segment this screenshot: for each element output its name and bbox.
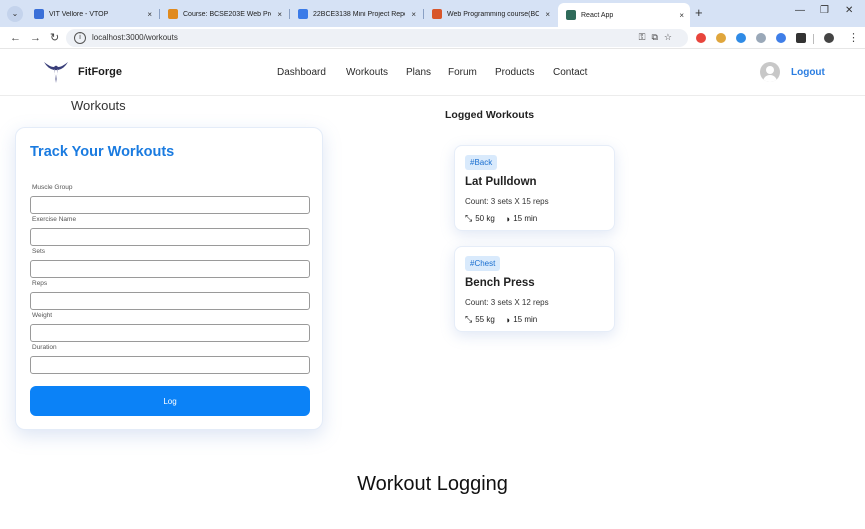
duration-input[interactable]: [30, 356, 310, 374]
install-app-icon[interactable]: ⧉: [651, 32, 663, 42]
tab-title: Course: BCSE203E Web Progra: [183, 10, 271, 18]
address-bar-actions: ⚿⧉☆: [639, 32, 678, 43]
browser-tab-strip: ⌄ VIT Vellore - VTOP × Course: BCSE203E …: [0, 0, 865, 27]
tab-title: 22BCE3138 Mini Project Report: [313, 10, 406, 18]
tab-title: VIT Vellore - VTOP: [49, 10, 109, 18]
browser-tab[interactable]: 22BCE3138 Mini Project Report ×: [290, 4, 422, 24]
workout-duration: 15 min: [513, 315, 538, 324]
workout-meta: ⤡ 50 kg ◑ 15 min: [465, 213, 537, 224]
exercise-name: Bench Press: [465, 277, 535, 289]
sets-reps-count: Count: 3 sets X 15 reps: [465, 197, 549, 206]
close-tab-icon[interactable]: ×: [147, 10, 152, 19]
workout-weight: 55 kg: [475, 315, 495, 324]
password-key-icon[interactable]: ⚿: [639, 32, 652, 42]
tab-favicon-icon: [566, 10, 576, 20]
weight-label: Weight: [32, 312, 53, 319]
address-url[interactable]: localhost:3000/workouts: [92, 33, 178, 42]
sets-label: Sets: [32, 248, 46, 255]
tab-search-chevron-icon[interactable]: ⌄: [7, 6, 23, 22]
tab-favicon-icon: [34, 9, 44, 19]
tab-favicon-icon: [298, 9, 308, 19]
workout-duration: 15 min: [513, 214, 538, 223]
extension-icon[interactable]: [776, 33, 786, 43]
exercise-name-label: Exercise Name: [32, 216, 77, 223]
nav-link-contact[interactable]: Contact: [553, 67, 587, 78]
browser-tab-active[interactable]: React App ×: [558, 3, 690, 27]
workout-weight: 50 kg: [475, 214, 495, 223]
address-bar[interactable]: i localhost:3000/workouts ⚿⧉☆: [66, 29, 688, 47]
muscle-tag-badge: #Chest: [465, 256, 501, 271]
workout-card: #Back Lat Pulldown Count: 3 sets X 15 re…: [454, 145, 615, 231]
workout-meta: ⤡ 55 kg ◑ 15 min: [465, 314, 537, 325]
muscle-group-label: Muscle Group: [32, 184, 73, 191]
reload-icon[interactable]: ↻: [50, 30, 59, 46]
extension-adblock-icon[interactable]: [696, 33, 706, 43]
figure-caption: Workout Logging: [357, 473, 508, 495]
workout-card: #Chest Bench Press Count: 3 sets X 12 re…: [454, 246, 615, 332]
user-avatar-icon[interactable]: [760, 62, 780, 82]
logout-link[interactable]: Logout: [791, 67, 825, 78]
browser-toolbar: ← → ↻ i localhost:3000/workouts ⚿⧉☆ ⋮: [0, 27, 865, 49]
extension-icon[interactable]: [736, 33, 746, 43]
nav-link-dashboard[interactable]: Dashboard: [277, 67, 326, 78]
sets-reps-count: Count: 3 sets X 12 reps: [465, 298, 549, 307]
extension-icon[interactable]: [756, 33, 766, 43]
nav-link-plans[interactable]: Plans: [406, 67, 431, 78]
profile-avatar-icon[interactable]: [824, 33, 834, 43]
exercise-name: Lat Pulldown: [465, 176, 537, 188]
extensions-puzzle-icon[interactable]: [796, 33, 806, 43]
tab-favicon-icon: [432, 9, 442, 19]
back-arrow-icon[interactable]: ←: [10, 30, 21, 46]
extension-icon[interactable]: [716, 33, 726, 43]
reps-label: Reps: [32, 280, 48, 287]
timer-icon: ◑: [504, 213, 511, 224]
minimize-icon[interactable]: —: [795, 5, 805, 16]
weight-input[interactable]: [30, 324, 310, 342]
page-title: Workouts: [71, 98, 126, 113]
app-navbar: FitForge Dashboard Workouts Plans Forum …: [0, 49, 865, 96]
bookmark-star-icon[interactable]: ☆: [664, 32, 678, 42]
window-close-icon[interactable]: ✕: [845, 5, 853, 16]
exercise-name-input[interactable]: [30, 228, 310, 246]
tab-favicon-icon: [168, 9, 178, 19]
muscle-tag-badge: #Back: [465, 155, 498, 170]
nav-link-workouts[interactable]: Workouts: [346, 67, 388, 78]
toolbar-divider: [813, 34, 814, 44]
dumbbell-icon: ⤡: [465, 314, 473, 324]
close-tab-icon[interactable]: ×: [679, 11, 684, 20]
muscle-group-input[interactable]: [30, 196, 310, 214]
close-tab-icon[interactable]: ×: [545, 10, 550, 19]
browser-tab[interactable]: Web Programming course(BC ×: [424, 4, 556, 24]
new-tab-button[interactable]: +: [695, 6, 703, 20]
restore-icon[interactable]: ❐: [820, 5, 829, 16]
form-title: Track Your Workouts: [30, 144, 175, 160]
nav-link-products[interactable]: Products: [495, 67, 534, 78]
avatar-head: [766, 66, 774, 74]
tab-title: React App: [581, 11, 614, 19]
avatar-body: [763, 75, 777, 82]
reps-input[interactable]: [30, 292, 310, 310]
log-workout-button[interactable]: Log: [30, 386, 310, 416]
dumbbell-icon: ⤡: [465, 213, 473, 223]
tab-title: Web Programming course(BC: [447, 10, 540, 18]
nav-link-forum[interactable]: Forum: [448, 67, 477, 78]
track-workout-form: Track Your Workouts Muscle Group Exercis…: [15, 127, 323, 430]
logged-workouts-heading: Logged Workouts: [445, 109, 535, 121]
browser-menu-icon[interactable]: ⋮: [848, 30, 859, 46]
timer-icon: ◑: [504, 314, 511, 325]
site-info-icon[interactable]: i: [74, 32, 86, 44]
forward-arrow-icon[interactable]: →: [30, 30, 41, 46]
close-tab-icon[interactable]: ×: [411, 10, 416, 19]
web-page: FitForge Dashboard Workouts Plans Forum …: [0, 49, 865, 529]
duration-label: Duration: [32, 344, 57, 351]
sets-input[interactable]: [30, 260, 310, 278]
browser-tab[interactable]: Course: BCSE203E Web Progra ×: [160, 4, 288, 24]
brand-name[interactable]: FitForge: [78, 66, 122, 78]
fitforge-logo-icon[interactable]: [42, 59, 70, 85]
browser-tab[interactable]: VIT Vellore - VTOP ×: [26, 4, 158, 24]
close-tab-icon[interactable]: ×: [277, 10, 282, 19]
